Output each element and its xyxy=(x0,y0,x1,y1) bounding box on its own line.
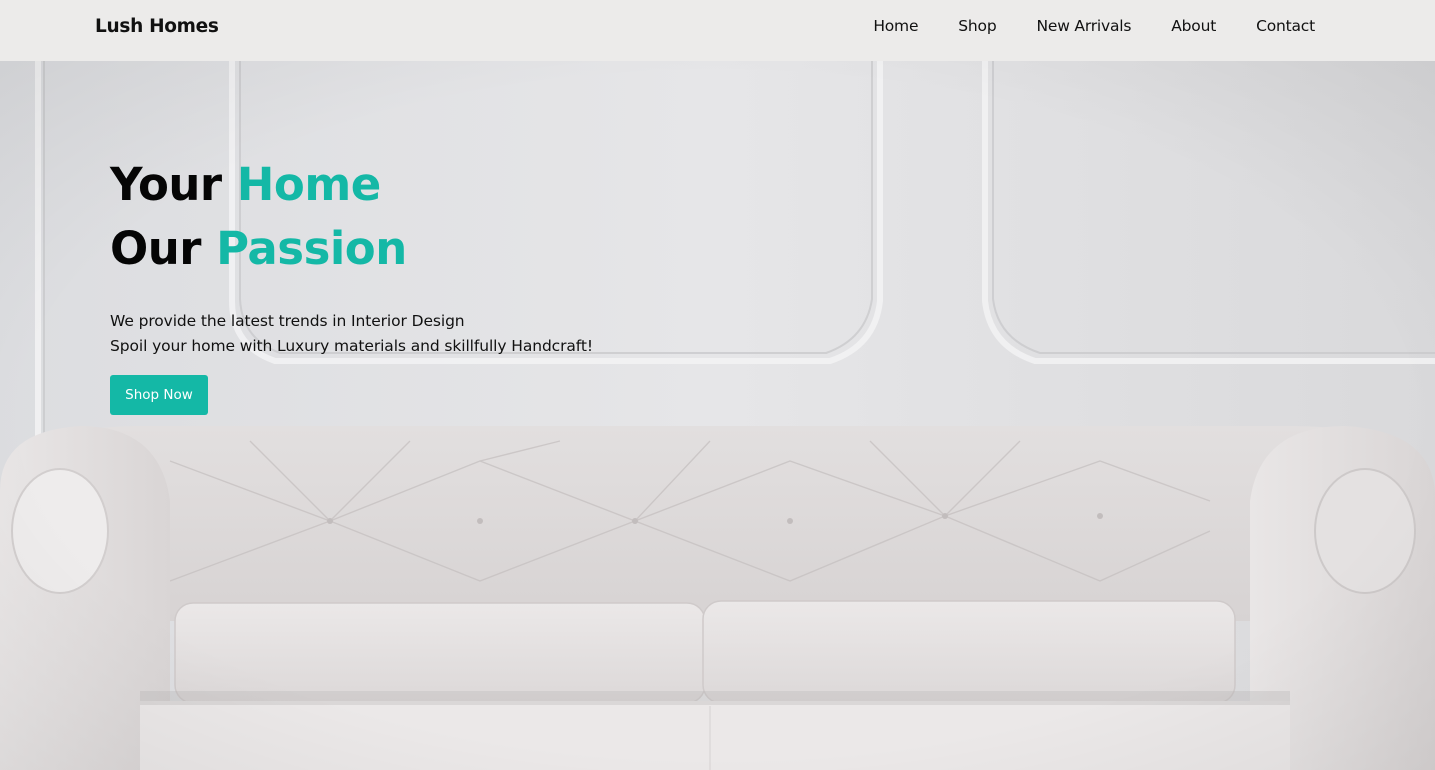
headline-line-2: Our Passion xyxy=(110,217,593,281)
tagline-line-2: Spoil your home with Luxury materials an… xyxy=(110,337,593,355)
nav-link-shop[interactable]: Shop xyxy=(958,17,996,35)
nav-link-home[interactable]: Home xyxy=(873,17,918,35)
headline-line-1-prefix: Your xyxy=(110,158,237,211)
headline-line-1-accent: Home xyxy=(236,158,382,211)
tagline-line-1: We provide the latest trends in Interior… xyxy=(110,312,465,330)
headline-line-1: Your Home xyxy=(110,153,593,217)
nav-link-contact[interactable]: Contact xyxy=(1256,17,1315,35)
main-nav: Home Shop New Arrivals About Contact xyxy=(873,17,1315,35)
brand-logo[interactable]: Lush Homes xyxy=(95,16,219,37)
hero-section: Your Home Our Passion We provide the lat… xyxy=(0,61,1435,770)
hero-content: Your Home Our Passion We provide the lat… xyxy=(110,153,593,415)
headline-line-2-accent: Passion xyxy=(216,222,407,275)
navbar: Lush Homes Home Shop New Arrivals About … xyxy=(0,0,1435,61)
headline-line-2-prefix: Our xyxy=(110,222,217,275)
shop-now-button[interactable]: Shop Now xyxy=(110,375,208,415)
nav-link-new-arrivals[interactable]: New Arrivals xyxy=(1036,17,1131,35)
hero-tagline: We provide the latest trends in Interior… xyxy=(110,309,593,359)
nav-link-about[interactable]: About xyxy=(1171,17,1216,35)
hero-headline: Your Home Our Passion xyxy=(110,153,593,281)
